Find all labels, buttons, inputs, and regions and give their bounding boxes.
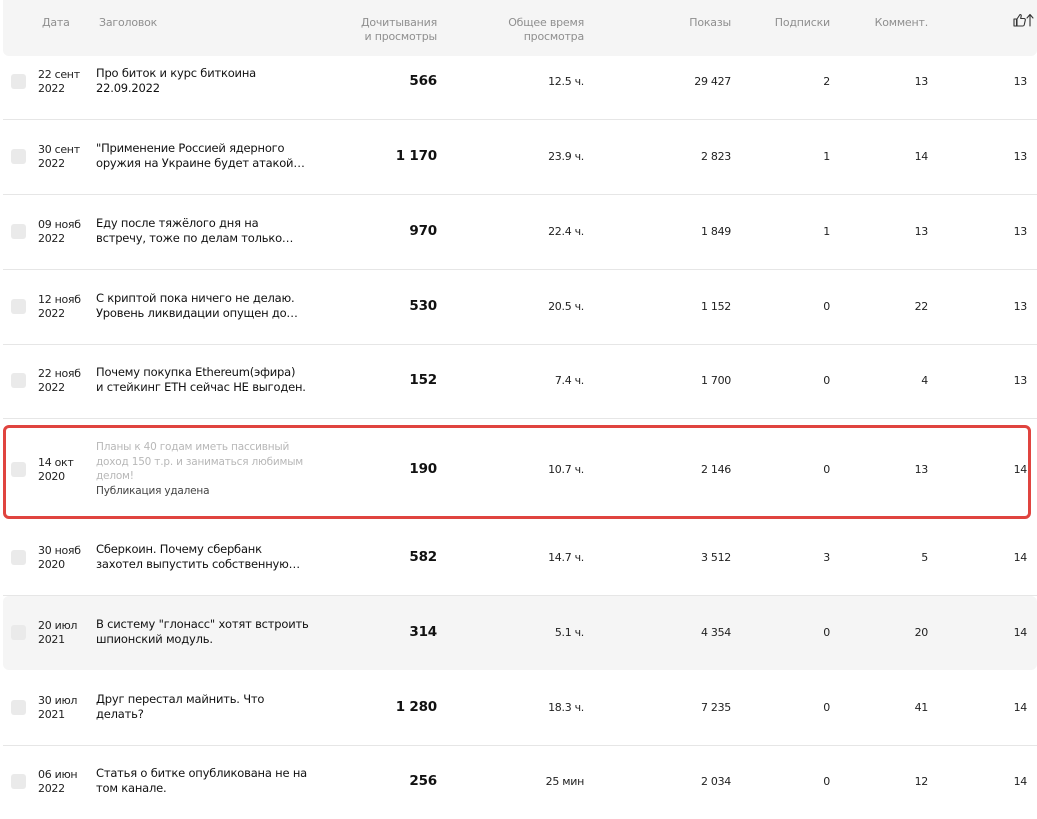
row-title[interactable]: Друг перестал майнить. Что делать? [96,692,296,722]
row-title[interactable]: Про биток и курс биткоина 22.09.2022 [96,66,296,96]
thumb-up-sort-icon[interactable] [1012,13,1034,27]
likes-value: 14 [1013,701,1028,714]
row-date: 06 июн 2022 [38,768,78,795]
likes-value: 13 [1013,300,1028,313]
watch-time-value: 20.5 ч. [548,300,584,313]
watch-time-value: 5.1 ч. [554,626,584,639]
row-title[interactable]: В систему "глонасс" хотят встроить шпионс… [96,617,309,647]
row-checkbox[interactable] [11,774,26,789]
col-comments-header[interactable]: Коммент. [850,16,929,30]
row-date: 30 июл 2021 [38,694,78,721]
row-title[interactable]: Еду после тяжёлого дня на встречу, тоже п… [96,216,296,246]
col-title-header[interactable]: Заголовок [99,16,157,30]
row-date: 20 июл 2021 [38,619,78,646]
row-checkbox[interactable] [11,224,26,239]
reads-value: 256 [409,773,437,789]
row-checkbox[interactable] [11,74,26,89]
watch-time-value: 18.3 ч. [548,701,584,714]
row-date: 30 сент 2022 [38,143,80,170]
reads-value: 314 [409,624,437,640]
reads-value: 970 [409,223,437,239]
row-title[interactable]: Планы к 40 годам иметь пассивный доход 15… [96,440,303,498]
col-subs-header[interactable]: Подписки [750,16,830,30]
reads-value: 1 170 [395,148,437,164]
likes-value: 14 [1013,626,1028,639]
watch-time-value: 22.4 ч. [548,225,584,238]
row-checkbox[interactable] [11,550,26,565]
reads-value: 1 280 [395,699,437,715]
row-date: 14 окт 2020 [38,456,74,483]
row-title[interactable]: Почему покупка Ethereum(эфира) и стейкинг… [96,365,306,395]
likes-value: 13 [1013,75,1028,88]
likes-value: 14 [1013,775,1028,788]
col-time-header[interactable]: Общее время просмотра [484,16,584,44]
reads-value: 530 [409,298,437,314]
row-checkbox[interactable] [11,700,26,715]
watch-time-value: 12.5 ч. [548,75,584,88]
likes-value: 13 [1013,374,1028,387]
row-date: 30 нояб 2020 [38,544,81,571]
deleted-note: Публикация удалена [96,484,210,497]
row-checkbox[interactable] [11,299,26,314]
reads-value: 190 [409,461,437,477]
likes-value: 13 [1013,225,1028,238]
row-title[interactable]: С криптой пока ничего не делаю. Уровень л… [96,291,298,321]
watch-time-value: 7.4 ч. [554,374,584,387]
row-date: 09 нояб 2022 [38,218,81,245]
watch-time-value: 23.9 ч. [548,150,584,163]
col-date-header[interactable]: Дата [42,16,70,30]
likes-value: 14 [1013,551,1028,564]
row-checkbox[interactable] [11,462,26,477]
row-checkbox[interactable] [11,625,26,640]
likes-value: 14 [1013,463,1028,476]
watch-time-value: 25 мин [545,775,585,788]
reads-value: 152 [409,372,437,388]
row-title[interactable]: "Применение Россией ядерного оружия на Ук… [96,141,305,171]
likes-value: 13 [1013,150,1028,163]
row-date: 22 нояб 2022 [38,367,81,394]
reads-value: 582 [409,549,437,565]
row-title[interactable]: Статья о битке опубликована не на том кан… [96,766,307,796]
row-title[interactable]: Сберкоин. Почему сбербанк захотел выпусти… [96,542,300,572]
row-checkbox[interactable] [11,373,26,388]
row-date: 22 сент 2022 [38,68,80,95]
reads-value: 566 [409,73,437,89]
row-date: 12 нояб 2022 [38,293,81,320]
col-reads-header[interactable]: Дочитывания и просмотры [337,16,437,44]
col-shows-header[interactable]: Показы [650,16,731,30]
row-checkbox[interactable] [11,149,26,164]
watch-time-value: 14.7 ч. [548,551,584,564]
watch-time-value: 10.7 ч. [548,463,584,476]
